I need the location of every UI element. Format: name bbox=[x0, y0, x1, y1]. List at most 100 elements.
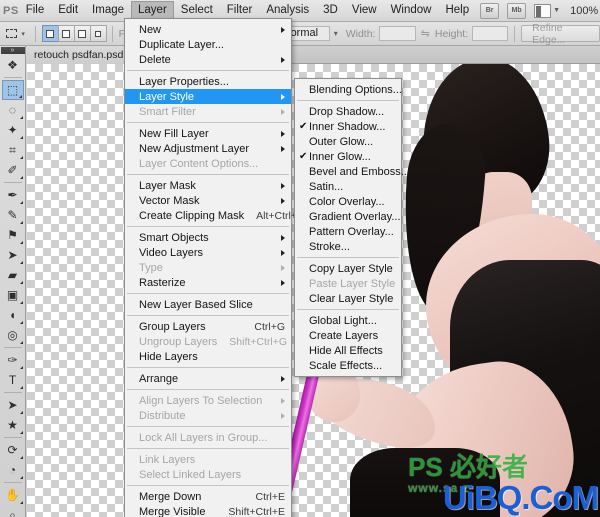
refine-edge-button[interactable]: Refine Edge... bbox=[521, 22, 600, 46]
brush-tool[interactable]: ✎ bbox=[2, 205, 24, 225]
menu-item-layer-mask[interactable]: Layer Mask bbox=[125, 178, 291, 193]
menu-item-scale-effects[interactable]: Scale Effects... bbox=[295, 358, 401, 373]
menu-item-inner-glow[interactable]: ✔ Inner Glow... bbox=[295, 149, 401, 164]
menu-item-video-layers[interactable]: Video Layers bbox=[125, 245, 291, 260]
view-extras-dropdown[interactable]: ▼ bbox=[534, 3, 564, 18]
move-tool[interactable]: ❖ bbox=[2, 55, 24, 75]
menu-item-merge-down[interactable]: Merge Down Ctrl+E bbox=[125, 489, 291, 504]
menu-item-bevel-and-emboss[interactable]: Bevel and Emboss... bbox=[295, 164, 410, 179]
menu-file[interactable]: File bbox=[19, 1, 52, 21]
menu-separator bbox=[127, 315, 289, 316]
menu-item-label: Merge Visible bbox=[139, 505, 206, 517]
clone-stamp-tool[interactable]: ⚑ bbox=[2, 225, 24, 245]
horizontal-type-tool[interactable]: T bbox=[2, 370, 24, 390]
menu-view[interactable]: View bbox=[345, 1, 384, 21]
menu-item-color-overlay[interactable]: Color Overlay... bbox=[295, 194, 401, 209]
rectangular-marquee-icon[interactable] bbox=[4, 25, 19, 42]
swap-width-height-icon[interactable]: ⇋ bbox=[421, 27, 430, 40]
menu-item-arrange[interactable]: Arrange bbox=[125, 371, 291, 386]
menu-item-label: Layer Mask bbox=[139, 179, 196, 192]
spot-healing-brush-tool[interactable]: ✒ bbox=[2, 185, 24, 205]
custom-shape-tool[interactable]: ★ bbox=[2, 415, 24, 435]
menu-window[interactable]: Window bbox=[384, 1, 439, 21]
menu-item-clear-layer-style[interactable]: Clear Layer Style bbox=[295, 291, 401, 306]
tool-group-divider bbox=[3, 77, 22, 78]
crop-tool[interactable]: ⌗ bbox=[2, 140, 24, 160]
menu-edit[interactable]: Edit bbox=[51, 1, 85, 21]
menu-item-pattern-overlay[interactable]: Pattern Overlay... bbox=[295, 224, 401, 239]
submenu-arrow-icon bbox=[281, 182, 285, 189]
menu-item-satin[interactable]: Satin... bbox=[295, 179, 401, 194]
menu-item-outer-glow[interactable]: Outer Glow... bbox=[295, 134, 401, 149]
menu-item-label: Hide Layers bbox=[139, 350, 198, 363]
menu-item-group-layers[interactable]: Group Layers Ctrl+G bbox=[125, 319, 291, 334]
menu-item-layer-properties[interactable]: Layer Properties... bbox=[125, 74, 291, 89]
menu-item-label: Align Layers To Selection bbox=[139, 394, 263, 407]
lasso-tool[interactable]: ◌ bbox=[2, 100, 24, 120]
menu-item-copy-layer-style[interactable]: Copy Layer Style bbox=[295, 261, 401, 276]
add-to-selection-button[interactable] bbox=[57, 25, 75, 42]
menu-item-duplicate-layer[interactable]: Duplicate Layer... bbox=[125, 37, 291, 52]
menu-item-hide-all-effects[interactable]: Hide All Effects bbox=[295, 343, 401, 358]
menu-item-create-clipping-mask[interactable]: Create Clipping Mask Alt+Ctrl+G bbox=[125, 208, 305, 223]
hand-tool[interactable]: ✋ bbox=[2, 485, 24, 505]
width-input[interactable] bbox=[379, 26, 416, 41]
menu-item-rasterize[interactable]: Rasterize bbox=[125, 275, 291, 290]
menu-item-label: Paste Layer Style bbox=[309, 277, 396, 290]
intersect-with-selection-button[interactable] bbox=[89, 25, 107, 42]
menu-item-global-light[interactable]: Global Light... bbox=[295, 313, 401, 328]
dodge-tool[interactable]: ◎ bbox=[2, 325, 24, 345]
menu-item-stroke[interactable]: Stroke... bbox=[295, 239, 401, 254]
tool-group-divider bbox=[3, 392, 22, 393]
gradient-tool[interactable]: ▣ bbox=[2, 285, 24, 305]
submenu-arrow-icon bbox=[281, 375, 285, 382]
tool-flyout-triangle-icon bbox=[19, 386, 23, 389]
chevron-down-icon[interactable]: ▾ bbox=[330, 26, 342, 41]
checkmark-icon: ✔ bbox=[299, 151, 308, 162]
menu-item-inner-shadow[interactable]: ✔ Inner Shadow... bbox=[295, 119, 401, 134]
3d-camera-rotate-tool[interactable]: ◔ bbox=[2, 460, 24, 480]
zoom-level-dropdown[interactable]: 100% ▼ bbox=[564, 5, 600, 17]
menu-item-new[interactable]: New bbox=[125, 22, 291, 37]
history-brush-tool[interactable]: ➤ bbox=[2, 245, 24, 265]
menu-item-hide-layers[interactable]: Hide Layers bbox=[125, 349, 291, 364]
menu-item-layer-content-options: Layer Content Options... bbox=[125, 156, 291, 171]
menu-item-label: Duplicate Layer... bbox=[139, 38, 224, 51]
menu-item-vector-mask[interactable]: Vector Mask bbox=[125, 193, 291, 208]
eraser-tool[interactable]: ▰ bbox=[2, 265, 24, 285]
menu-item-new-layer-based-slice[interactable]: New Layer Based Slice bbox=[125, 297, 291, 312]
menu-item-blending-options[interactable]: Blending Options... bbox=[295, 82, 402, 97]
menu-item-create-layers[interactable]: Create Layers bbox=[295, 328, 401, 343]
menu-item-merge-visible[interactable]: Merge Visible Shift+Ctrl+E bbox=[125, 504, 291, 517]
menu-item-smart-objects[interactable]: Smart Objects bbox=[125, 230, 291, 245]
zoom-tool[interactable]: ⌕ bbox=[2, 505, 24, 517]
submenu-arrow-icon bbox=[281, 108, 285, 115]
menu-item-new-fill-layer[interactable]: New Fill Layer bbox=[125, 126, 291, 141]
new-selection-button[interactable] bbox=[41, 25, 59, 42]
menu-item-layer-style[interactable]: Layer Style bbox=[125, 89, 291, 104]
menu-help[interactable]: Help bbox=[438, 1, 476, 21]
subtract-from-selection-button[interactable] bbox=[73, 25, 91, 42]
pen-tool[interactable]: ✑ bbox=[2, 350, 24, 370]
menu-3d[interactable]: 3D bbox=[316, 1, 345, 21]
eyedropper-tool[interactable]: ✐ bbox=[2, 160, 24, 180]
menu-item-new-adjustment-layer[interactable]: New Adjustment Layer bbox=[125, 141, 291, 156]
menu-item-delete[interactable]: Delete bbox=[125, 52, 291, 67]
3d-object-rotate-tool[interactable]: ⟳ bbox=[2, 440, 24, 460]
layer-menu-dropdown[interactable]: New Duplicate Layer... Delete Layer Propert… bbox=[124, 18, 305, 517]
height-input[interactable] bbox=[472, 26, 509, 41]
tools-panel-grip[interactable]: » bbox=[0, 47, 25, 54]
width-label: Width: bbox=[345, 27, 376, 40]
launch-bridge-button[interactable]: Br bbox=[480, 2, 500, 19]
tool-preset-picker[interactable]: ▾ bbox=[21, 30, 25, 38]
rectangular-marquee-tool[interactable]: ⬚ bbox=[1, 80, 24, 100]
menu-item-gradient-overlay[interactable]: Gradient Overlay... bbox=[295, 209, 401, 224]
divider bbox=[34, 25, 36, 42]
path-selection-tool[interactable]: ➤ bbox=[2, 395, 24, 415]
blur-tool[interactable]: ◖ bbox=[2, 305, 24, 325]
launch-mini-bridge-button[interactable]: Mb bbox=[507, 2, 527, 19]
menu-item-drop-shadow[interactable]: Drop Shadow... bbox=[295, 104, 401, 119]
layer-style-submenu[interactable]: Blending Options... Drop Shadow... ✔ Inner … bbox=[294, 78, 410, 377]
menu-item-label: Ungroup Layers bbox=[139, 335, 218, 348]
quick-selection-tool[interactable]: ✦ bbox=[2, 120, 24, 140]
